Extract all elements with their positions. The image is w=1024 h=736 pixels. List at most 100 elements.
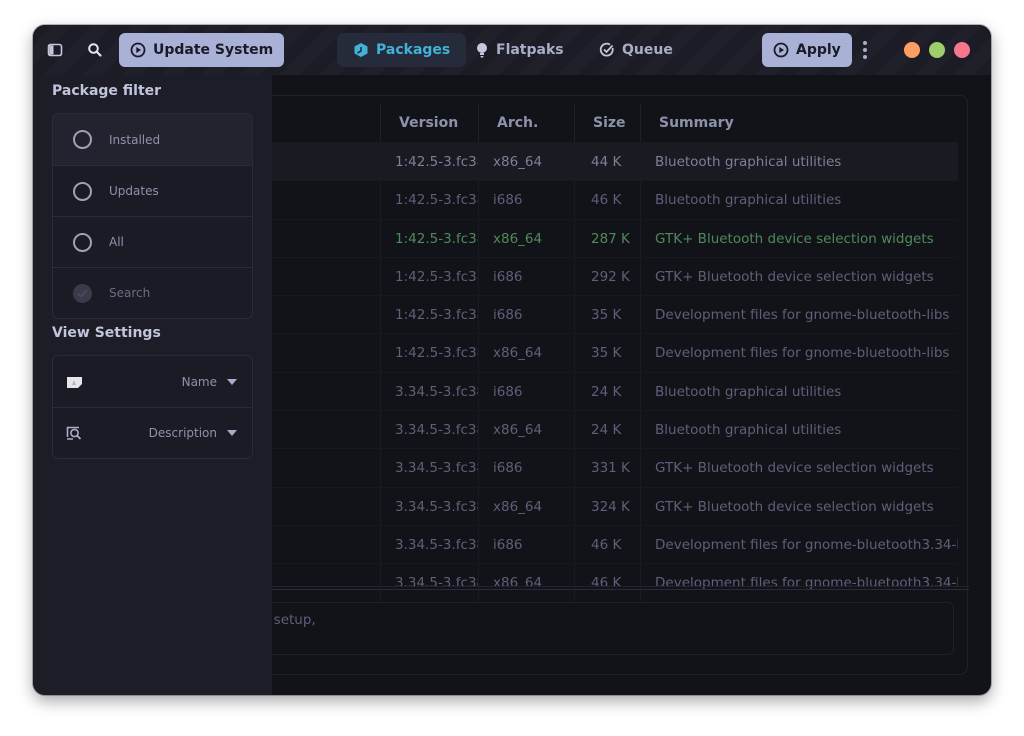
package-icon: [354, 43, 368, 57]
size-cell: 46 K: [574, 564, 640, 603]
chevron-down-icon: [227, 378, 237, 385]
size-cell: 331 K: [574, 449, 640, 488]
summary-cell: Bluetooth graphical utilities: [640, 143, 958, 181]
summary-cell: GTK+ Bluetooth device selection widgets: [640, 449, 958, 488]
arch-cell: x86_64: [478, 143, 574, 181]
apply-label: Apply: [796, 42, 841, 58]
view-settings-title: View Settings: [52, 325, 161, 341]
radio-unchecked-icon: [73, 130, 92, 149]
size-cell: 35 K: [574, 296, 640, 335]
arch-cell: i686: [478, 296, 574, 335]
size-cell: 24 K: [574, 411, 640, 450]
summary-cell: Bluetooth graphical utilities: [640, 411, 958, 450]
arch-cell: x86_64: [478, 411, 574, 450]
radio-unchecked-icon: [73, 181, 92, 201]
version-cell: 3.34.5-3.fc38: [380, 564, 478, 603]
version-cell: 1:42.5-3.fc38: [380, 296, 478, 335]
version-cell: 1:42.5-3.fc38: [380, 334, 478, 373]
name-view-value: Name: [181, 374, 217, 389]
tab-packages[interactable]: Packages: [337, 33, 467, 67]
arch-cell: i686: [478, 372, 574, 411]
summary-cell: Development files for gnome-bluetooth3.3…: [640, 564, 958, 603]
arch-cell: i686: [478, 449, 574, 488]
tab-queue[interactable]: Queue: [583, 33, 689, 67]
summary-cell: Development files for gnome-bluetooth3.3…: [640, 525, 958, 564]
lightbulb-icon: [477, 43, 487, 58]
arch-cell: x86_64: [478, 219, 574, 258]
filter-label: Installed: [109, 132, 161, 147]
size-cell: 24 K: [574, 372, 640, 411]
kebab-dot: [863, 55, 867, 59]
version-cell: 1:42.5-3.fc38: [380, 143, 478, 181]
update-system-label: Update System: [153, 42, 274, 58]
label-tag-icon: [67, 376, 82, 388]
summary-cell: Bluetooth graphical utilities: [640, 372, 958, 411]
size-cell: 324 K: [574, 487, 640, 526]
arch-cell: i686: [478, 181, 574, 220]
summary-cell: Development files for gnome-bluetooth-li…: [640, 296, 958, 335]
view-settings-card: Name Description: [52, 355, 253, 459]
filter-all[interactable]: All: [53, 216, 252, 267]
summary-cell: GTK+ Bluetooth device selection widgets: [640, 219, 958, 258]
main-menu-button[interactable]: [855, 37, 875, 63]
summary-cell: GTK+ Bluetooth device selection widgets: [640, 487, 958, 526]
arch-cell: i686: [478, 257, 574, 296]
version-cell: 3.34.5-3.fc38: [380, 449, 478, 488]
kebab-menu-icon: [863, 41, 867, 45]
radio-unchecked-icon: [73, 232, 92, 252]
close-button[interactable]: [954, 42, 970, 58]
apply-button[interactable]: Apply: [762, 33, 852, 67]
description-view-dropdown[interactable]: Description: [53, 407, 252, 458]
size-cell: 35 K: [574, 334, 640, 373]
sidebar-toggle-icon: [47, 43, 63, 57]
size-cell: 44 K: [574, 143, 640, 181]
app-window: Version Arch. Size Summary 1:42.5-3.fc38…: [33, 25, 991, 695]
arch-cell: i686: [478, 525, 574, 564]
tab-flatpaks[interactable]: Flatpaks: [459, 33, 580, 67]
version-cell: 3.34.5-3.fc38: [380, 525, 478, 564]
column-header-version[interactable]: Version: [380, 104, 478, 142]
filter-label: Updates: [109, 184, 159, 198]
filter-installed[interactable]: Installed: [53, 114, 252, 165]
maximize-button[interactable]: [929, 42, 945, 58]
filter-label: All: [109, 235, 124, 249]
name-view-dropdown[interactable]: Name: [53, 356, 252, 407]
package-filter-title: Package filter: [52, 83, 162, 99]
filter-search[interactable]: Search: [53, 267, 252, 318]
arch-cell: x86_64: [478, 564, 574, 603]
kebab-dot: [863, 48, 867, 52]
size-cell: 292 K: [574, 257, 640, 296]
version-cell: 3.34.5-3.fc38: [380, 487, 478, 526]
column-header-summary[interactable]: Summary: [640, 104, 958, 142]
description-view-value: Description: [148, 426, 217, 440]
column-header-size[interactable]: Size: [574, 104, 640, 142]
search-description-icon: [66, 426, 82, 440]
arch-cell: x86_64: [478, 334, 574, 373]
tab-label: Queue: [622, 42, 673, 58]
size-cell: 46 K: [574, 181, 640, 220]
search-button[interactable]: [81, 35, 109, 65]
tab-label: Packages: [376, 42, 451, 58]
sidebar: Package filter Installed Updates All Sea…: [33, 75, 272, 695]
radio-checked-icon: [73, 283, 92, 303]
update-system-button[interactable]: Update System: [119, 33, 285, 67]
size-cell: 46 K: [574, 525, 640, 564]
version-cell: 3.34.5-3.fc38: [380, 372, 478, 411]
minimize-button[interactable]: [904, 42, 920, 58]
version-cell: 1:42.5-3.fc38: [380, 219, 478, 258]
arch-cell: x86_64: [478, 487, 574, 526]
column-header-arch[interactable]: Arch.: [478, 104, 574, 142]
version-cell: 1:42.5-3.fc38: [380, 181, 478, 220]
chevron-down-icon: [227, 430, 237, 436]
sidebar-toggle-button[interactable]: [41, 35, 69, 65]
summary-cell: Bluetooth graphical utilities: [640, 181, 958, 220]
summary-cell: GTK+ Bluetooth device selection widgets: [640, 257, 958, 296]
version-cell: 3.34.5-3.fc38: [380, 411, 478, 450]
filter-updates[interactable]: Updates: [53, 165, 252, 216]
package-filter-card: Installed Updates All Search: [52, 113, 253, 319]
search-icon: [88, 43, 102, 57]
check-circle-icon: [599, 42, 614, 57]
filter-label: Search: [109, 286, 151, 300]
version-cell: 1:42.5-3.fc38: [380, 257, 478, 296]
tab-label: Flatpaks: [496, 42, 564, 58]
